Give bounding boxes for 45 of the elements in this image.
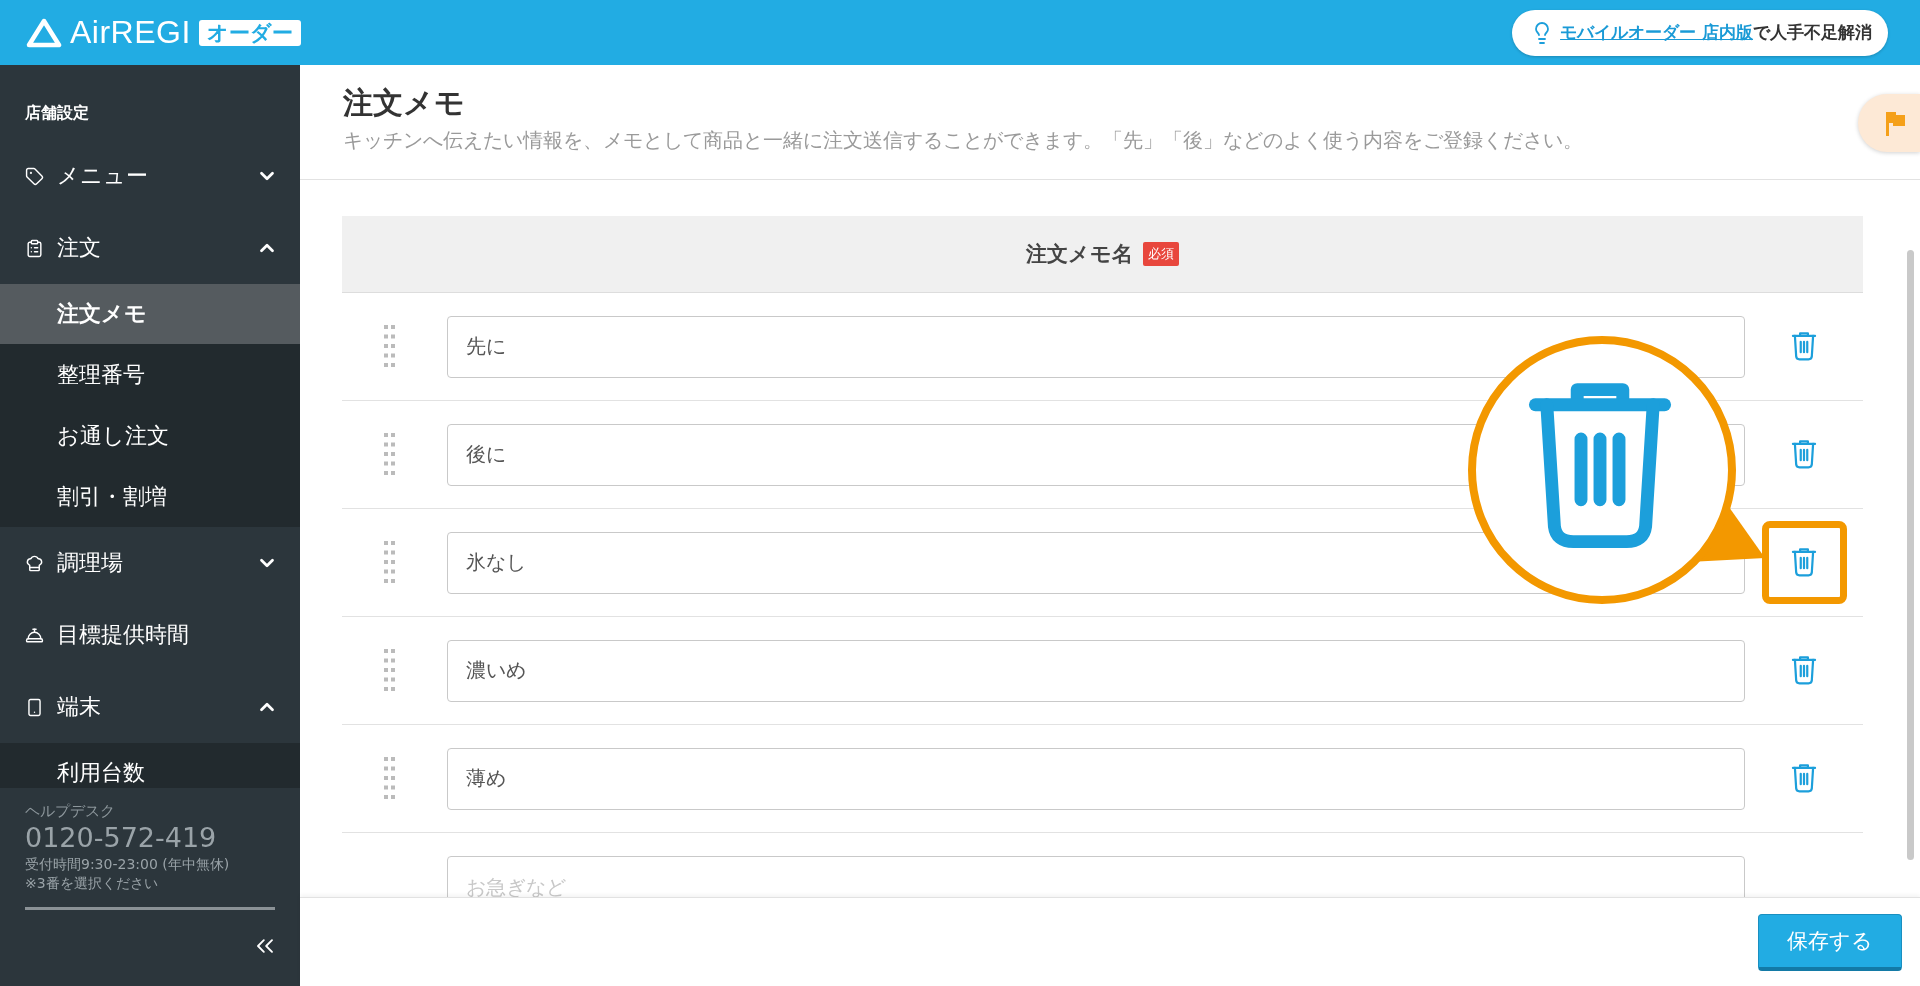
- memo-input[interactable]: 先に: [447, 315, 1745, 378]
- delete-button[interactable]: [1761, 521, 1847, 604]
- helpdesk-label: ヘルプデスク: [25, 802, 116, 821]
- flag-icon: [1884, 110, 1906, 136]
- drag-handle-icon[interactable]: [383, 432, 396, 477]
- promo-text: で人手不足解消: [1753, 21, 1872, 44]
- page-title: 注文メモ: [343, 84, 466, 122]
- trash-icon: [1791, 440, 1817, 469]
- smartphone-icon: [25, 697, 44, 717]
- sidebar-item[interactable]: メニュー: [0, 140, 300, 212]
- triangle-logo-icon: [26, 16, 62, 49]
- clipboard-icon: [25, 238, 44, 258]
- sidebar-item[interactable]: 調理場: [0, 527, 300, 599]
- sidebar-subitem[interactable]: 割引・割増: [0, 466, 300, 527]
- trash-icon: [1791, 656, 1817, 685]
- drag-handle-icon[interactable]: [383, 540, 396, 585]
- required-badge: 必須: [1143, 242, 1179, 266]
- bell-icon: [25, 625, 44, 645]
- sidebar-subitem[interactable]: 整理番号: [0, 344, 300, 405]
- page-description: キッチンへ伝えたい情報を、メモとして商品と一緒に注文送信することができます。「先」「後」などのよく使う内容をご登録ください。: [343, 127, 1584, 154]
- chef-hat-icon: [25, 553, 44, 573]
- trash-icon: [1791, 764, 1817, 793]
- trash-icon: [1791, 332, 1817, 361]
- section-heading: 店舗設定: [24, 102, 90, 124]
- scrollbar[interactable]: [1907, 250, 1914, 860]
- memo-input[interactable]: 濃いめ: [447, 639, 1745, 702]
- sidebar-subitem[interactable]: 注文メモ: [0, 284, 300, 344]
- flag-button[interactable]: [1858, 94, 1920, 152]
- drag-handle-icon[interactable]: [383, 648, 396, 693]
- logo-text: AirREGI: [70, 14, 191, 51]
- helpdesk-hours: 受付時間9:30-23:00 (年中無休): [25, 855, 231, 874]
- drag-handle-icon[interactable]: [383, 756, 396, 801]
- helpdesk-note: ※3番を選択ください: [25, 874, 159, 893]
- sidebar-item[interactable]: 目標提供時間: [0, 599, 300, 671]
- tag-icon: [25, 166, 44, 186]
- memo-input[interactable]: 薄め: [447, 747, 1745, 810]
- sidebar-item[interactable]: 注文: [0, 212, 300, 284]
- column-heading: 注文メモ名: [1026, 241, 1133, 268]
- sidebar-item[interactable]: 端末: [0, 671, 300, 743]
- sidebar-subitem[interactable]: お通し注文: [0, 405, 300, 466]
- trash-icon: [1791, 548, 1817, 577]
- helpdesk-phone: 0120-572-419: [25, 821, 218, 855]
- sidebar-subitem[interactable]: 利用台数: [0, 743, 300, 788]
- drag-handle-icon[interactable]: [383, 324, 396, 369]
- logo-badge: オーダー: [198, 19, 301, 46]
